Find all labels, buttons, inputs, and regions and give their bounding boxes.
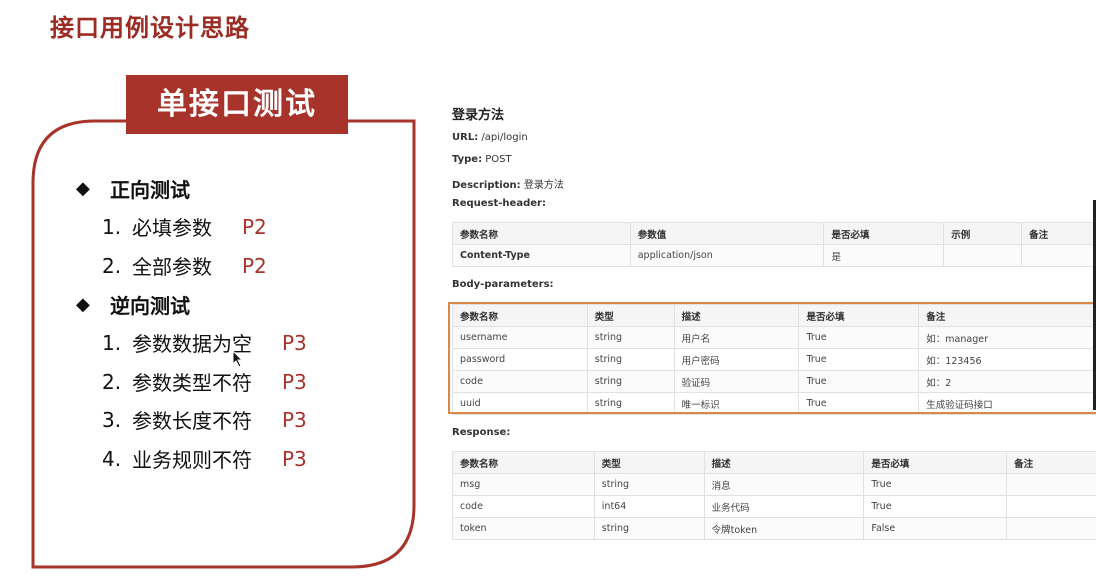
table-header-cell: 是否必填 bbox=[823, 222, 945, 245]
request-header-label: Request-header: bbox=[452, 198, 546, 209]
table-row: Content-Type application/json 是 bbox=[452, 244, 1096, 267]
section-label: 逆向测试 bbox=[110, 294, 190, 318]
card-title: 单接口测试 bbox=[126, 75, 348, 134]
priority-label: P3 bbox=[282, 330, 307, 355]
item-text: 参数长度不符 bbox=[132, 409, 252, 433]
diamond-bullet-icon: ◆ bbox=[76, 178, 90, 199]
table-header-row: 参数名称 类型 描述 是否必填 备注 bbox=[452, 451, 1096, 474]
table-header-cell: 备注 bbox=[1006, 451, 1096, 474]
table-header-row: 参数名称 参数值 是否必填 示例 备注 bbox=[452, 222, 1096, 245]
priority-label: P2 bbox=[242, 214, 267, 239]
table-cell bbox=[943, 244, 1023, 267]
table-header-cell: 参数值 bbox=[629, 222, 825, 245]
section-positive-test: ◆ 正向测试 bbox=[76, 174, 190, 203]
item-text: 参数类型不符 bbox=[132, 371, 252, 395]
table-header-cell: 描述 bbox=[703, 451, 865, 474]
item-text: 必填参数 bbox=[132, 216, 212, 240]
table-cell: 是 bbox=[823, 244, 945, 267]
table-header-cell: 类型 bbox=[593, 451, 705, 474]
doc-heading: 登录方法 bbox=[452, 108, 505, 123]
response-label: Response: bbox=[452, 427, 511, 438]
request-header-table: 参数名称 参数值 是否必填 示例 备注 Content-Type applica… bbox=[452, 222, 1096, 267]
table-cell bbox=[1006, 495, 1096, 518]
table-header-cell: 是否必填 bbox=[863, 451, 1008, 474]
table-cell: application/json bbox=[629, 244, 825, 267]
list-item: 1. 参数数据为空 P3 bbox=[102, 328, 307, 357]
table-cell: string bbox=[593, 473, 705, 496]
list-item: 2. 全部参数 P2 bbox=[102, 251, 267, 280]
table-header-cell: 参数名称 bbox=[452, 222, 631, 245]
table-row: msg string 消息 True bbox=[452, 473, 1096, 496]
type-value: POST bbox=[485, 154, 512, 165]
priority-label: P3 bbox=[282, 407, 307, 432]
table-header-cell: 备注 bbox=[1021, 222, 1096, 245]
section-negative-test: ◆ 逆向测试 bbox=[76, 290, 190, 319]
priority-label: P3 bbox=[282, 369, 307, 394]
item-number: 4. bbox=[102, 446, 122, 471]
table-row: token string 令牌token False bbox=[452, 517, 1096, 540]
table-cell bbox=[1006, 517, 1096, 540]
table-cell: 令牌token bbox=[703, 517, 865, 540]
type-label: Type: bbox=[452, 154, 483, 165]
priority-label: P3 bbox=[282, 446, 307, 471]
description-label: Description: bbox=[452, 180, 521, 191]
item-number: 1. bbox=[102, 330, 122, 355]
table-cell bbox=[1006, 473, 1096, 496]
priority-label: P2 bbox=[242, 253, 267, 278]
table-cell: 消息 bbox=[703, 473, 865, 496]
item-number: 2. bbox=[102, 369, 122, 394]
item-number: 3. bbox=[102, 407, 122, 432]
url-label: URL: bbox=[452, 132, 479, 143]
description-line: Description: 登录方法 bbox=[452, 176, 564, 191]
table-cell: token bbox=[452, 517, 595, 540]
table-cell: 业务代码 bbox=[703, 495, 865, 518]
item-text: 全部参数 bbox=[132, 255, 212, 279]
highlight-box bbox=[448, 302, 1096, 414]
table-row: code int64 业务代码 True bbox=[452, 495, 1096, 518]
list-item: 3. 参数长度不符 P3 bbox=[102, 405, 307, 434]
table-cell: msg bbox=[452, 473, 595, 496]
url-line: URL: /api/login bbox=[452, 132, 528, 143]
type-line: Type: POST bbox=[452, 154, 512, 165]
table-cell: string bbox=[593, 517, 705, 540]
table-cell: False bbox=[863, 517, 1008, 540]
item-number: 1. bbox=[102, 214, 122, 239]
response-table: 参数名称 类型 描述 是否必填 备注 msg string 消息 True co… bbox=[452, 451, 1096, 540]
table-cell: True bbox=[863, 473, 1008, 496]
mouse-cursor-icon bbox=[232, 350, 244, 368]
url-value: /api/login bbox=[481, 132, 528, 143]
table-cell: int64 bbox=[593, 495, 705, 518]
table-cell bbox=[1021, 244, 1096, 267]
list-item: 2. 参数类型不符 P3 bbox=[102, 367, 307, 396]
table-header-cell: 参数名称 bbox=[452, 451, 595, 474]
description-value: 登录方法 bbox=[523, 180, 564, 191]
list-item: 4. 业务规则不符 P3 bbox=[102, 444, 307, 473]
item-number: 2. bbox=[102, 253, 122, 278]
body-parameters-label: Body-parameters: bbox=[452, 279, 554, 290]
list-item: 1. 必填参数 P2 bbox=[102, 212, 267, 241]
section-label: 正向测试 bbox=[110, 178, 190, 202]
table-cell: code bbox=[452, 495, 595, 518]
table-cell: Content-Type bbox=[452, 244, 631, 267]
table-cell: True bbox=[863, 495, 1008, 518]
table-header-cell: 示例 bbox=[943, 222, 1023, 245]
diamond-bullet-icon: ◆ bbox=[76, 294, 90, 315]
item-text: 业务规则不符 bbox=[132, 448, 252, 472]
